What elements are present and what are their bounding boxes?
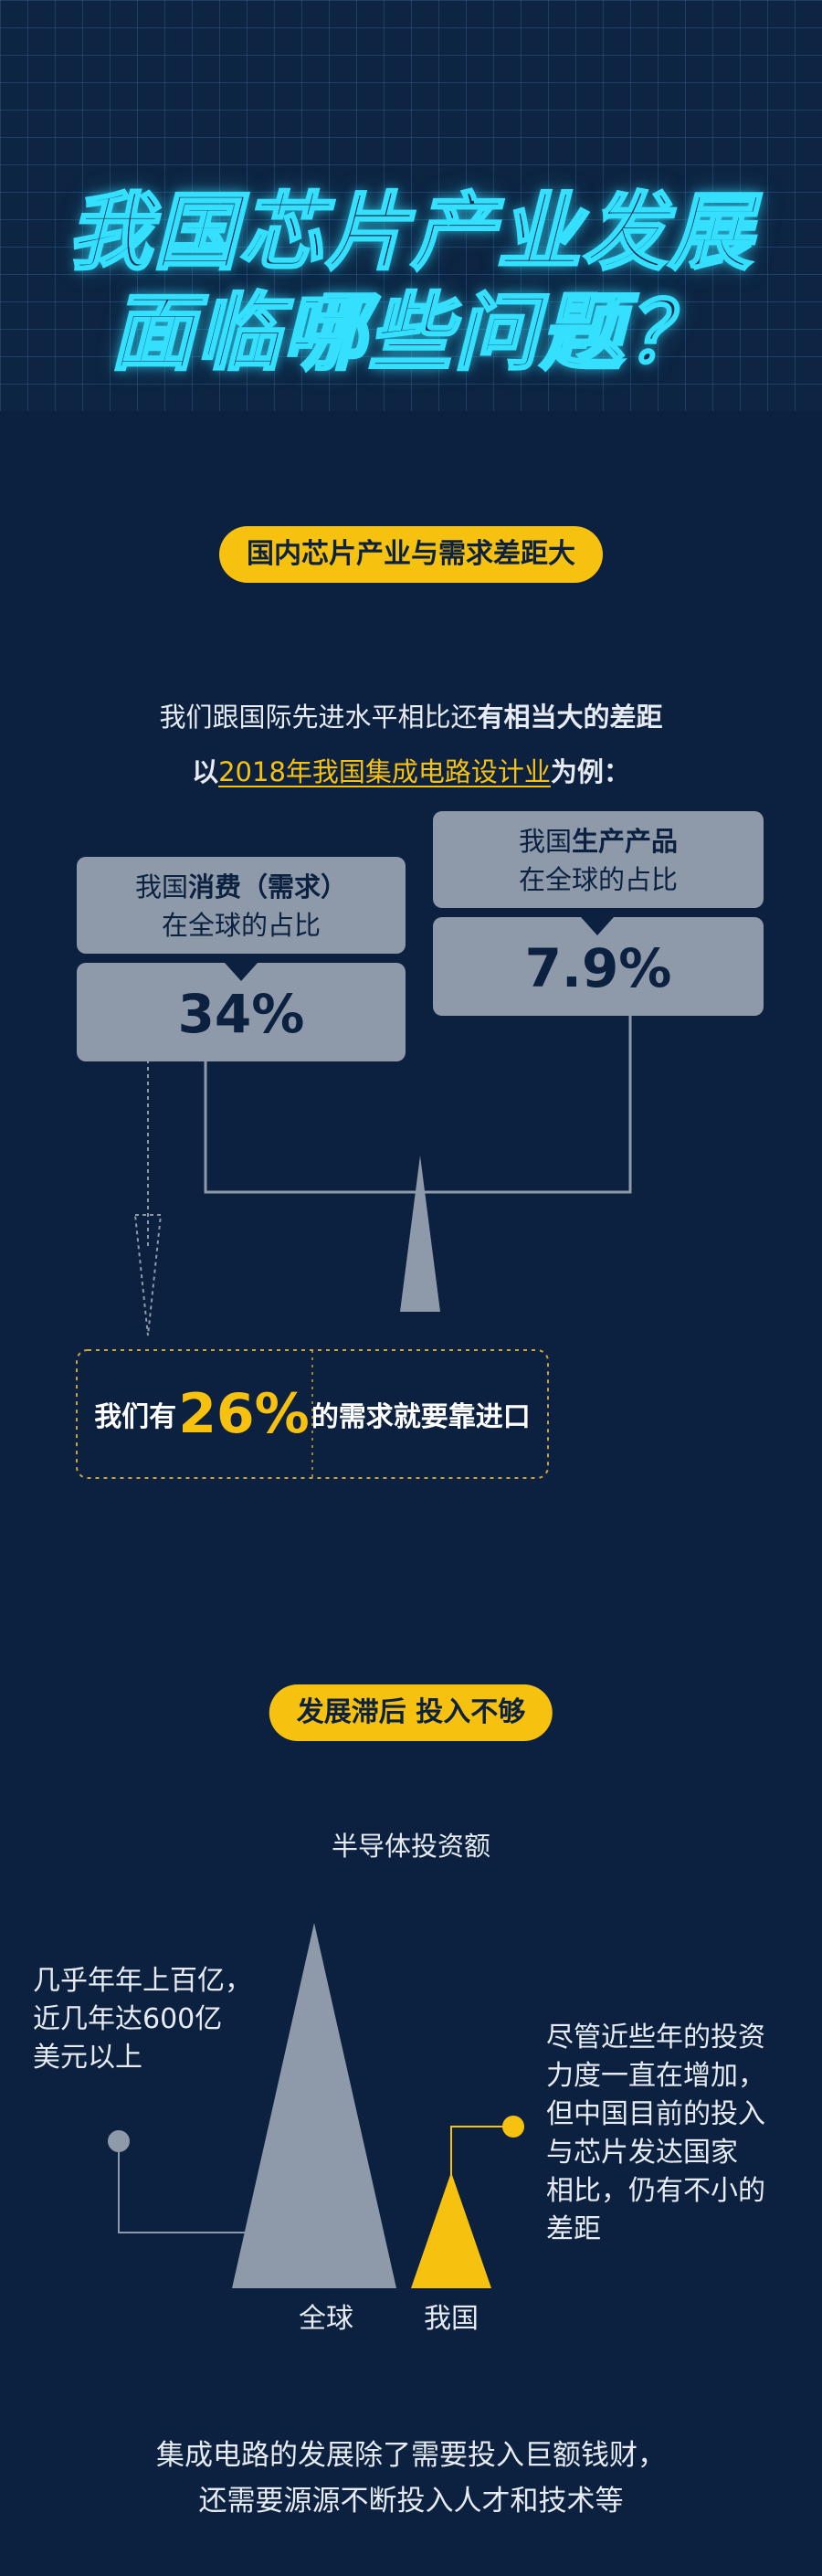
- global-note-line: 几乎年年上百亿，: [33, 1965, 252, 1997]
- china-note-line: 相比，仍有不小的: [546, 2175, 765, 2207]
- china-note: 尽管近些年的投资 力度一直在增加， 但中国目前的投入 与芯片发达国家 相比，仍有…: [546, 2019, 765, 2249]
- footer-line-2: 还需要源源不断投入人才和技术等: [198, 2485, 624, 2518]
- footer-line-1: 集成电路的发展除了需要投入巨额钱财，: [156, 2439, 666, 2472]
- china-callout-dot: [502, 2116, 524, 2138]
- china-note-line: 与芯片发达国家: [546, 2137, 738, 2169]
- china-note-line: 力度一直在增加，: [546, 2060, 765, 2092]
- global-note: 几乎年年上百亿， 近几年达600亿 美元以上: [33, 1962, 252, 2077]
- global-callout-line: [118, 2141, 265, 2233]
- global-note-line: 美元以上: [33, 2042, 142, 2074]
- global-note-line: 近几年达600亿: [33, 2003, 223, 2035]
- china-note-line: 但中国目前的投入: [546, 2098, 765, 2130]
- global-callout-dot: [108, 2130, 130, 2152]
- china-note-line: 尽管近些年的投资: [546, 2022, 765, 2053]
- label-global: 全球: [299, 2303, 353, 2335]
- label-china: 我国: [424, 2303, 479, 2335]
- china-callout-line: [450, 2126, 513, 2201]
- china-note-line: 差距: [546, 2213, 601, 2245]
